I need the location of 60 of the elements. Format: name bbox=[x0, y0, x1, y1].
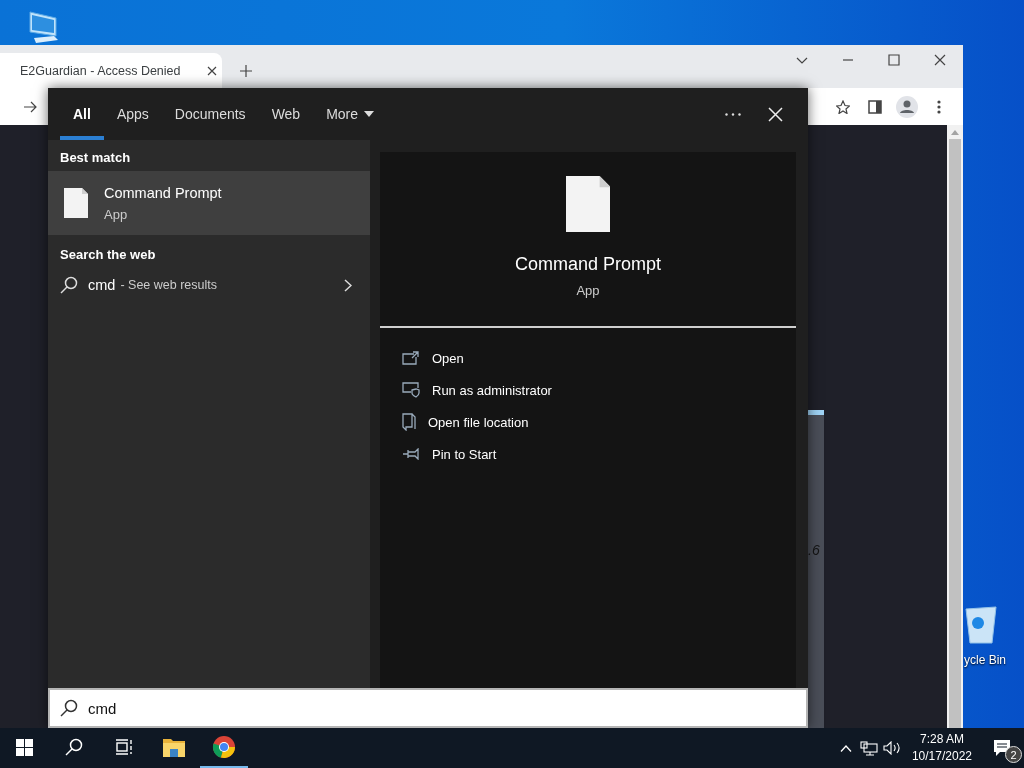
tab-title: E2Guardian - Access Denied bbox=[20, 63, 182, 78]
maximize-icon bbox=[887, 53, 901, 67]
network-icon[interactable] bbox=[860, 740, 879, 756]
web-result-item[interactable]: cmd - See web results bbox=[48, 268, 370, 302]
chevron-right-icon bbox=[344, 278, 352, 292]
page-text: .6 bbox=[808, 542, 820, 558]
side-panel-icon bbox=[868, 99, 882, 114]
close-icon bbox=[933, 53, 947, 67]
more-horizontal-icon bbox=[725, 112, 741, 116]
search-tab[interactable]: Web bbox=[258, 88, 314, 140]
section-heading: Best match bbox=[59, 149, 132, 167]
chevron-up-icon[interactable] bbox=[840, 744, 853, 752]
app-type: App bbox=[104, 206, 129, 222]
search-icon bbox=[60, 276, 78, 294]
preview-title: Command Prompt bbox=[514, 254, 662, 275]
pin-icon bbox=[402, 448, 420, 460]
browser-tab[interactable]: E2Guardian - Access Denied bbox=[0, 53, 222, 88]
action-item[interactable]: Run as administrator bbox=[380, 374, 796, 406]
task-view-icon bbox=[115, 739, 133, 755]
search-tab[interactable]: Apps bbox=[103, 88, 162, 140]
scrollbar[interactable] bbox=[947, 125, 963, 728]
action-item[interactable]: Pin to Start bbox=[380, 438, 796, 470]
search-tab[interactable]: Documents bbox=[161, 88, 259, 140]
folder-icon bbox=[163, 737, 185, 757]
shield-icon bbox=[402, 382, 420, 398]
scroll-up-icon bbox=[951, 130, 959, 135]
volume-icon[interactable] bbox=[883, 741, 902, 755]
computer-icon[interactable] bbox=[26, 10, 60, 44]
arrow-right-icon bbox=[23, 99, 37, 114]
search-field[interactable]: cmd bbox=[48, 688, 808, 728]
web-result-hint: - See web results bbox=[120, 278, 217, 292]
star-icon bbox=[836, 99, 850, 114]
action-item[interactable]: Open bbox=[380, 342, 796, 374]
profile-icon bbox=[896, 95, 918, 118]
desktop-icon-label: ycle Bin bbox=[964, 653, 1007, 667]
search-icon bbox=[65, 738, 83, 756]
action-item[interactable]: Open file location bbox=[380, 406, 796, 438]
search-tab[interactable]: More bbox=[313, 88, 388, 140]
caret-icon bbox=[364, 111, 375, 117]
best-match-item[interactable]: Command Prompt App bbox=[48, 171, 370, 235]
preview-type: App bbox=[576, 283, 600, 298]
web-query: cmd bbox=[88, 277, 116, 293]
notification-count: 2 bbox=[1005, 746, 1022, 763]
app-name: Command Prompt bbox=[104, 184, 222, 201]
windows-logo-icon bbox=[15, 738, 33, 756]
file-location-icon bbox=[402, 413, 416, 431]
search-icon bbox=[60, 699, 78, 717]
recycle-bin-icon[interactable] bbox=[964, 603, 998, 645]
close-icon bbox=[767, 106, 783, 122]
clock[interactable]: 7:28 AM 10/17/2022 bbox=[903, 731, 980, 765]
document-icon bbox=[64, 188, 88, 218]
more-vertical-icon bbox=[937, 99, 941, 114]
plus-icon bbox=[239, 64, 253, 78]
notifications-button[interactable]: 2 bbox=[980, 728, 1024, 768]
clock-date: 10/17/2022 bbox=[911, 748, 972, 765]
document-icon bbox=[565, 176, 611, 232]
clock-time: 7:28 AM bbox=[919, 731, 964, 748]
open-external-icon bbox=[402, 351, 420, 365]
section-heading: Search the web bbox=[59, 246, 157, 264]
chrome-logo-icon bbox=[212, 735, 236, 759]
